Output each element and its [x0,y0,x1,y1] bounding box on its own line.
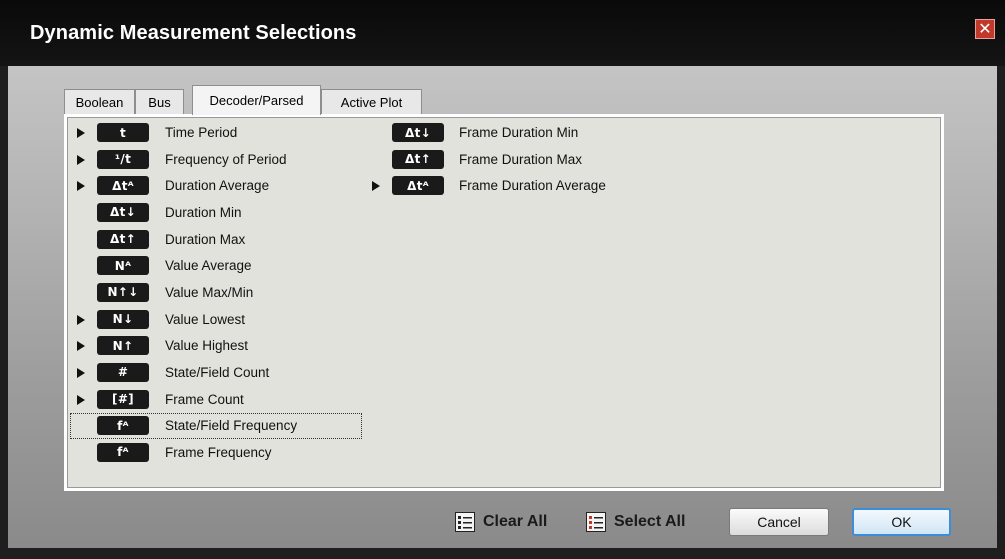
expand-arrow-icon[interactable] [76,394,86,405]
measurement-icon: N↑↓ [97,282,149,302]
measurement-label: Frame Frequency [165,444,272,460]
dialog-title: Dynamic Measurement Selections [30,22,357,44]
measurement-icon: # [97,362,149,382]
measurement-icon: Δtᴬ [392,176,444,196]
measurement-label: Duration Max [165,231,246,247]
measurement-label: Value Lowest [165,311,246,327]
tab-label: Boolean [75,95,124,110]
measurement-label: Value Max/Min [165,284,254,300]
measurement-item[interactable]: Δt↑ Frame Duration Max [68,149,582,170]
measurement-item[interactable]: Δtᴬ Frame Duration Average [68,176,606,196]
measurement-item[interactable]: [#] Frame Count [68,389,363,410]
measurement-label: State/Field Count [165,364,270,380]
measurement-icon: Δt↑ [392,149,444,169]
measurement-item[interactable]: N↓ Value Lowest [68,309,363,330]
measurement-label: Frame Duration Max [459,151,583,167]
measurement-icon: N↑ [97,336,149,356]
measurement-label: Frame Count [165,391,244,407]
measurement-item[interactable]: fᴬ Frame Frequency [68,442,363,463]
tab-decoder-parsed[interactable]: Decoder/Parsed [192,85,321,115]
measurement-icon: Δt↑ [97,229,149,249]
ok-label: OK [891,514,912,530]
measurement-item[interactable]: fᴬ State/Field Frequency [68,413,363,440]
select-all-label: Select All [614,513,686,530]
close-icon: ✕ [978,19,992,38]
measurement-dialog: Dynamic Measurement Selections ✕ Boolean… [0,0,1005,559]
measurement-label: Frame Duration Average [459,178,606,194]
measurement-label: Value Highest [165,338,249,354]
clear-all-label: Clear All [483,513,548,530]
cancel-label: Cancel [757,514,801,530]
expand-arrow-icon[interactable] [76,341,86,352]
measurement-icon: N↓ [97,309,149,329]
measurement-item[interactable]: N↑↓ Value Max/Min [68,282,363,303]
measurement-icon: Δt↓ [392,123,444,142]
tab-active-plot[interactable]: Active Plot [321,89,422,115]
measurement-item[interactable]: Nᴬ Value Average [68,256,363,276]
measurement-item[interactable]: # State/Field Count [68,362,363,383]
measurement-item[interactable]: N↑ Value Highest [68,336,363,356]
measurement-item[interactable]: Δt↑ Duration Max [68,229,363,250]
tab-bus[interactable]: Bus [135,89,184,115]
ok-button[interactable]: OK [852,508,951,536]
select-all-button[interactable]: Select All [586,512,685,532]
measurement-icon: Nᴬ [97,256,149,276]
checklist-icon [586,512,606,532]
measurement-label: Frame Duration Min [459,125,579,140]
title-bar[interactable]: Dynamic Measurement Selections ✕ [0,0,1005,66]
measurement-label: Value Average [165,258,252,274]
cancel-button[interactable]: Cancel [729,508,829,536]
measurement-icon: Δt↓ [97,202,149,222]
tab-label: Decoder/Parsed [209,93,304,108]
clear-all-button[interactable]: Clear All [455,512,547,532]
expand-arrow-icon[interactable] [371,181,381,192]
measurement-item[interactable]: Δt↓ Duration Min [68,202,363,223]
expand-arrow-icon[interactable] [76,367,86,378]
focus-outline [70,413,362,440]
measurement-list: t Time Period ¹/t Frequency of Period Δtᴬ Dur… [67,117,941,488]
measurement-icon: [#] [97,389,149,409]
measurement-item[interactable]: Δt↓ Frame Duration Min [68,123,578,143]
list-icon [455,512,475,532]
measurement-list-panel: t Time Period ¹/t Frequency of Period Δtᴬ Dur… [64,114,944,491]
measurement-label: Duration Min [165,204,242,220]
tab-label: Bus [148,95,171,110]
measurement-icon: fᴬ [97,442,149,462]
close-button[interactable]: ✕ [975,19,995,39]
expand-arrow-icon[interactable] [76,314,86,325]
tab-label: Active Plot [340,95,403,110]
tab-boolean[interactable]: Boolean [64,89,135,115]
